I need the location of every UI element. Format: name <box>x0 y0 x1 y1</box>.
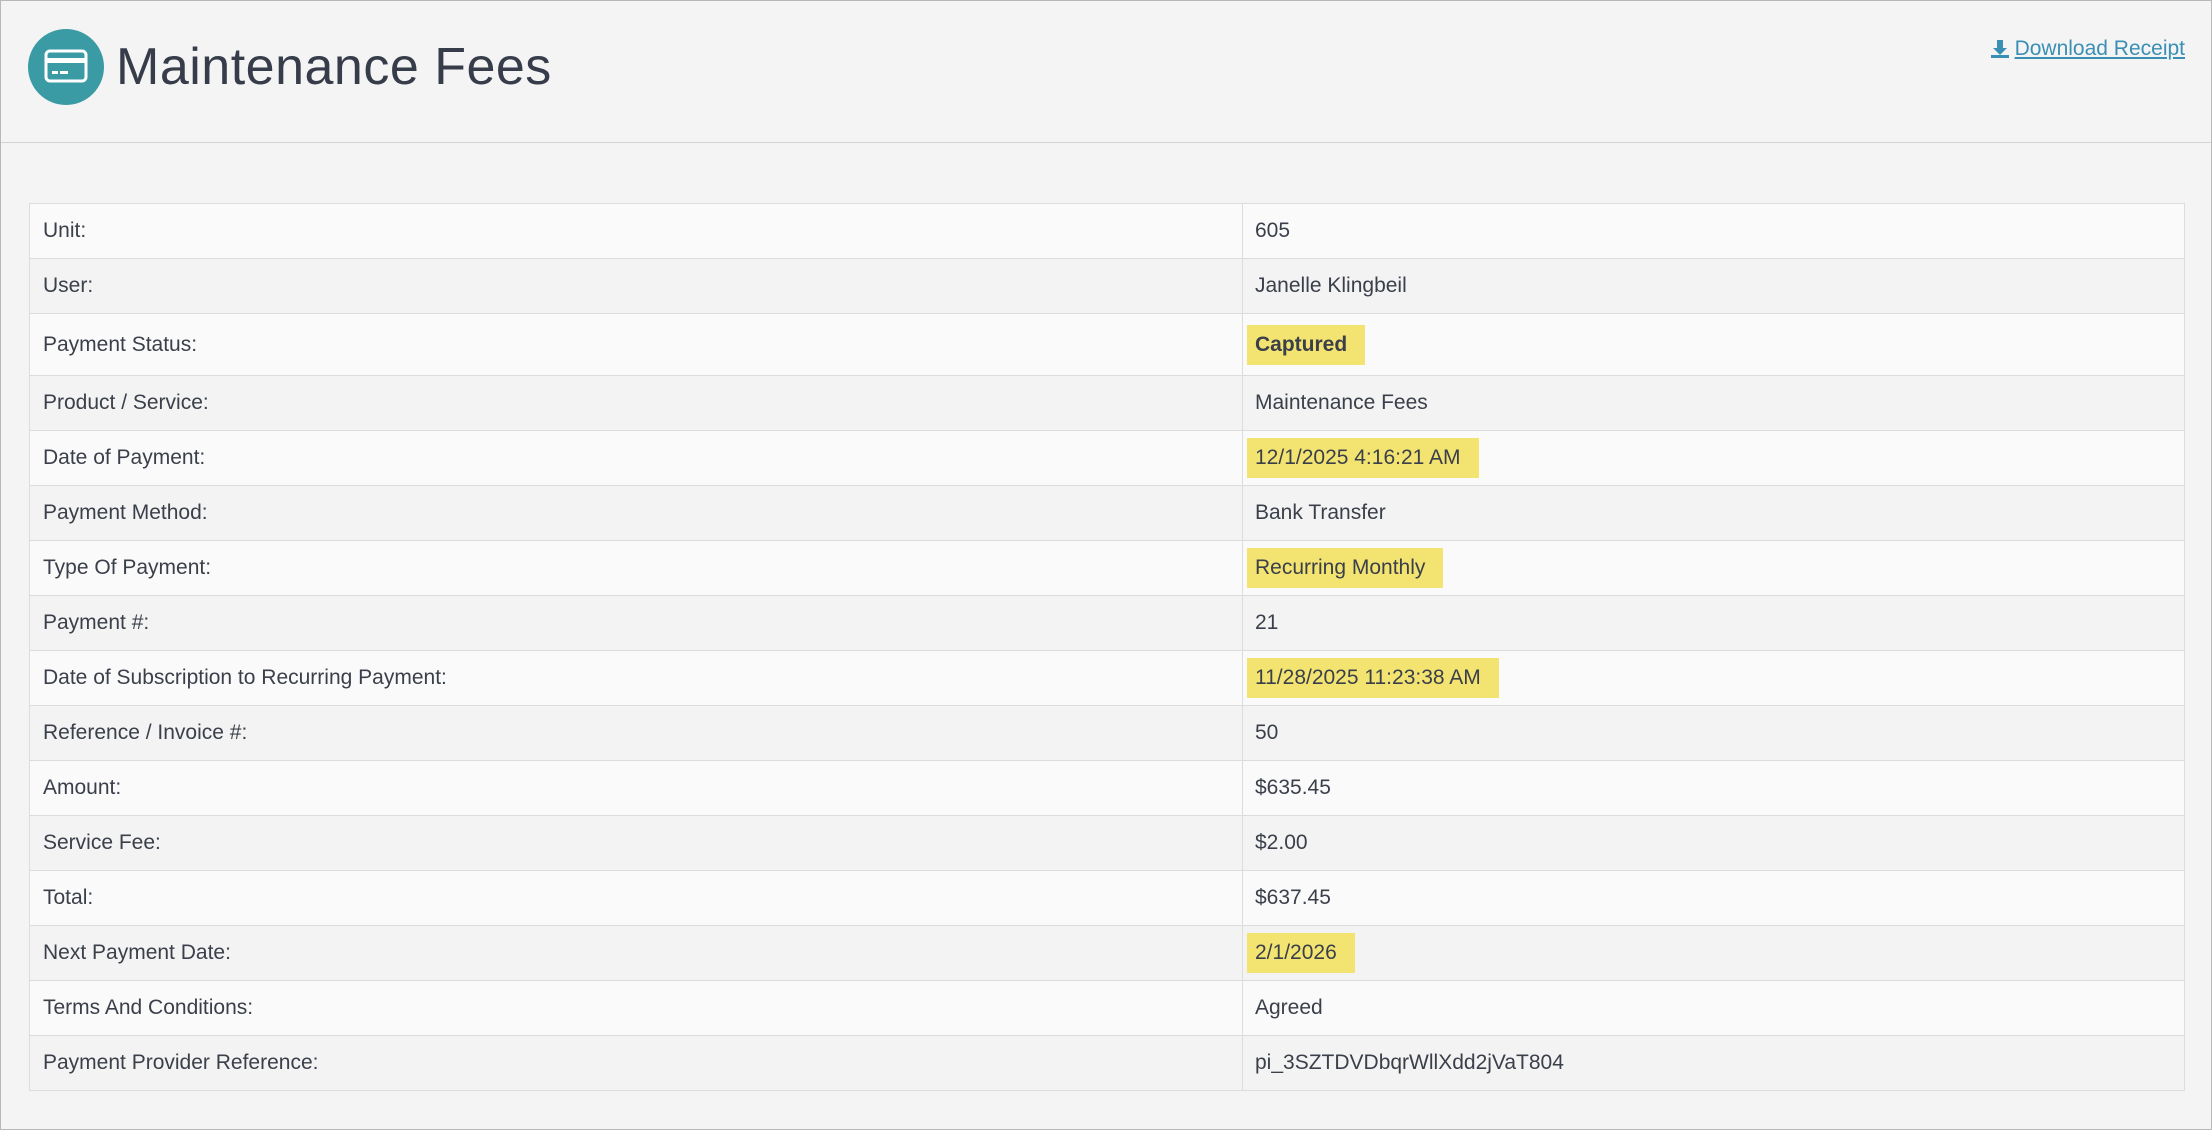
table-row: Next Payment Date: 2/1/2026 <box>29 925 2185 981</box>
row-value: $2.00 <box>1242 815 2185 871</box>
table-row: Amount: $635.45 <box>29 760 2185 816</box>
payment-details-table: Unit: 605 User: Janelle Klingbeil Paymen… <box>29 203 2185 1091</box>
date-of-payment-highlight: 12/1/2025 4:16:21 AM <box>1247 438 1479 478</box>
row-label: Date of Subscription to Recurring Paymen… <box>29 650 1243 706</box>
table-row: Product / Service: Maintenance Fees <box>29 375 2185 431</box>
table-row: Payment #: 21 <box>29 595 2185 651</box>
subscription-date-highlight: 11/28/2025 11:23:38 AM <box>1247 658 1499 698</box>
row-label: Total: <box>29 870 1243 926</box>
row-value-cell: Recurring Monthly <box>1242 540 2185 596</box>
row-label: Payment #: <box>29 595 1243 651</box>
table-row: Payment Provider Reference: pi_3SZTDVDbq… <box>29 1035 2185 1091</box>
row-value: Bank Transfer <box>1242 485 2185 541</box>
row-label: Payment Provider Reference: <box>29 1035 1243 1091</box>
row-label: Amount: <box>29 760 1243 816</box>
row-value: 21 <box>1242 595 2185 651</box>
table-row: Terms And Conditions: Agreed <box>29 980 2185 1036</box>
row-label: Next Payment Date: <box>29 925 1243 981</box>
row-value-cell: 11/28/2025 11:23:38 AM <box>1242 650 2185 706</box>
row-label: Terms And Conditions: <box>29 980 1243 1036</box>
row-value: $635.45 <box>1242 760 2185 816</box>
table-row: User: Janelle Klingbeil <box>29 258 2185 314</box>
table-row: Total: $637.45 <box>29 870 2185 926</box>
row-value: $637.45 <box>1242 870 2185 926</box>
row-label: Payment Method: <box>29 485 1243 541</box>
row-label: Service Fee: <box>29 815 1243 871</box>
row-value: 50 <box>1242 705 2185 761</box>
row-value-cell: 2/1/2026 <box>1242 925 2185 981</box>
row-label: User: <box>29 258 1243 314</box>
row-value-cell: 12/1/2025 4:16:21 AM <box>1242 430 2185 486</box>
row-label: Date of Payment: <box>29 430 1243 486</box>
table-row: Payment Method: Bank Transfer <box>29 485 2185 541</box>
table-row: Type Of Payment: Recurring Monthly <box>29 540 2185 596</box>
row-label: Type Of Payment: <box>29 540 1243 596</box>
table-row: Date of Subscription to Recurring Paymen… <box>29 650 2185 706</box>
page-frame: Maintenance Fees Download Receipt Unit: … <box>0 0 2212 1130</box>
row-value: Maintenance Fees <box>1242 375 2185 431</box>
row-label: Payment Status: <box>29 313 1243 376</box>
table-row: Reference / Invoice #: 50 <box>29 705 2185 761</box>
table-row: Payment Status: Captured <box>29 313 2185 376</box>
payment-type-highlight: Recurring Monthly <box>1247 548 1444 588</box>
next-payment-date-highlight: 2/1/2026 <box>1247 933 1355 973</box>
row-value-cell: Captured <box>1242 313 2185 376</box>
row-value: 605 <box>1242 203 2185 259</box>
row-value: Janelle Klingbeil <box>1242 258 2185 314</box>
download-icon <box>1990 40 2009 58</box>
table-row: Date of Payment: 12/1/2025 4:16:21 AM <box>29 430 2185 486</box>
table-row: Service Fee: $2.00 <box>29 815 2185 871</box>
row-label: Reference / Invoice #: <box>29 705 1243 761</box>
page-title: Maintenance Fees <box>116 38 552 96</box>
row-label: Product / Service: <box>29 375 1243 431</box>
table-row: Unit: 605 <box>29 203 2185 259</box>
credit-card-icon <box>28 29 104 105</box>
payment-status-badge: Captured <box>1247 324 1366 365</box>
download-receipt-label: Download Receipt <box>2014 37 2185 60</box>
row-value: pi_3SZTDVDbqrWllXdd2jVaT804 <box>1242 1035 2185 1091</box>
download-receipt-link[interactable]: Download Receipt <box>1990 35 2185 63</box>
row-label: Unit: <box>29 203 1243 259</box>
page-header: Maintenance Fees Download Receipt <box>1 1 2211 143</box>
row-value: Agreed <box>1242 980 2185 1036</box>
